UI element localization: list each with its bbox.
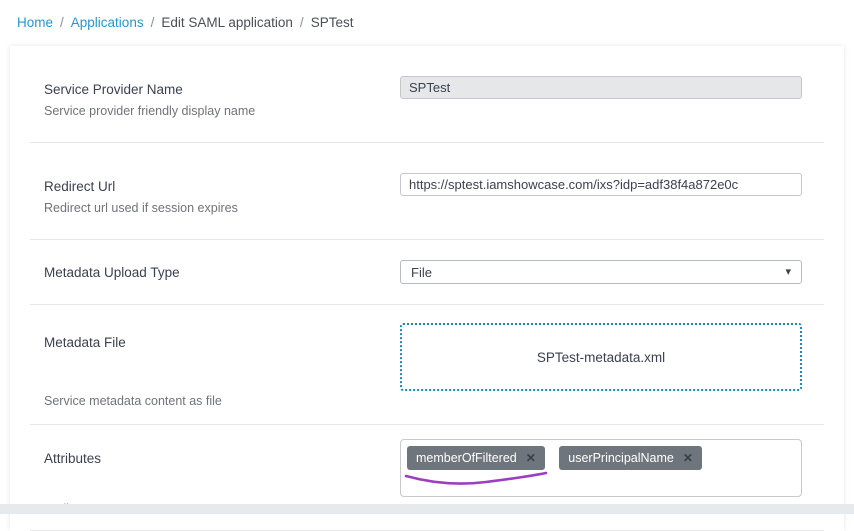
metadata-file-dropzone[interactable]: SPTest-metadata.xml: [400, 323, 802, 391]
service-provider-name-sublabel: Service provider friendly display name: [44, 104, 400, 118]
metadata-upload-type-field: File ▾: [400, 260, 802, 284]
attribute-chip: userPrincipalName ✕: [559, 446, 702, 470]
chevron-down-icon: ▾: [785, 267, 791, 278]
metadata-upload-type-label: Metadata Upload Type: [44, 265, 400, 280]
redirect-url-input[interactable]: [400, 173, 802, 196]
metadata-file-field: SPTest-metadata.xml: [400, 323, 802, 391]
metadata-upload-type-selected-value: File: [411, 265, 432, 280]
breadcrumb-link-home[interactable]: Home: [17, 15, 53, 30]
attribute-chip-label: memberOfFiltered: [416, 451, 517, 465]
metadata-file-label: Metadata File: [44, 335, 400, 350]
attributes-chips-box[interactable]: memberOfFiltered ✕ userPrincipalName ✕: [400, 439, 802, 497]
breadcrumb-separator: /: [151, 15, 155, 30]
service-provider-name-field: [400, 76, 802, 99]
service-provider-name-labels: Service Provider Name Service provider f…: [30, 76, 400, 118]
remove-chip-icon[interactable]: ✕: [526, 452, 536, 464]
service-provider-name-label: Service Provider Name: [44, 82, 400, 97]
edit-saml-application-form: Service Provider Name Service provider f…: [10, 46, 844, 531]
metadata-file-sublabel: Service metadata content as file: [44, 394, 400, 408]
metadata-file-row: Metadata File Service metadata content a…: [30, 305, 824, 425]
breadcrumb-separator: /: [60, 15, 64, 30]
metadata-upload-type-row: Metadata Upload Type File ▾: [30, 240, 824, 305]
attributes-label: Attributes: [44, 451, 400, 466]
breadcrumb-item-edit-saml-application: Edit SAML application: [161, 15, 293, 30]
redirect-url-field: [400, 173, 802, 196]
metadata-upload-type-select[interactable]: File ▾: [400, 260, 802, 284]
breadcrumb-separator: /: [300, 15, 304, 30]
breadcrumb-item-sptest: SPTest: [311, 15, 354, 30]
attribute-chip-label: userPrincipalName: [568, 451, 674, 465]
redirect-url-labels: Redirect Url Redirect url used if sessio…: [30, 173, 400, 215]
service-provider-name-row: Service Provider Name Service provider f…: [30, 46, 824, 143]
redirect-url-sublabel: Redirect url used if session expires: [44, 201, 400, 215]
redirect-url-label: Redirect Url: [44, 179, 400, 194]
attributes-row: Attributes Attributes memberOfFiltered ✕…: [30, 425, 824, 531]
breadcrumb-link-applications[interactable]: Applications: [71, 15, 144, 30]
metadata-upload-type-labels: Metadata Upload Type: [30, 265, 400, 280]
attribute-chip: memberOfFiltered ✕: [407, 446, 545, 470]
metadata-file-labels: Metadata File Service metadata content a…: [30, 323, 400, 408]
remove-chip-icon[interactable]: ✕: [683, 452, 693, 464]
metadata-file-name: SPTest-metadata.xml: [537, 350, 665, 365]
redirect-url-row: Redirect Url Redirect url used if sessio…: [30, 143, 824, 240]
attributes-field: memberOfFiltered ✕ userPrincipalName ✕: [400, 439, 802, 497]
service-provider-name-input[interactable]: [400, 76, 802, 99]
next-section-partial: [0, 504, 854, 514]
breadcrumb: Home / Applications / Edit SAML application /…: [0, 0, 854, 46]
